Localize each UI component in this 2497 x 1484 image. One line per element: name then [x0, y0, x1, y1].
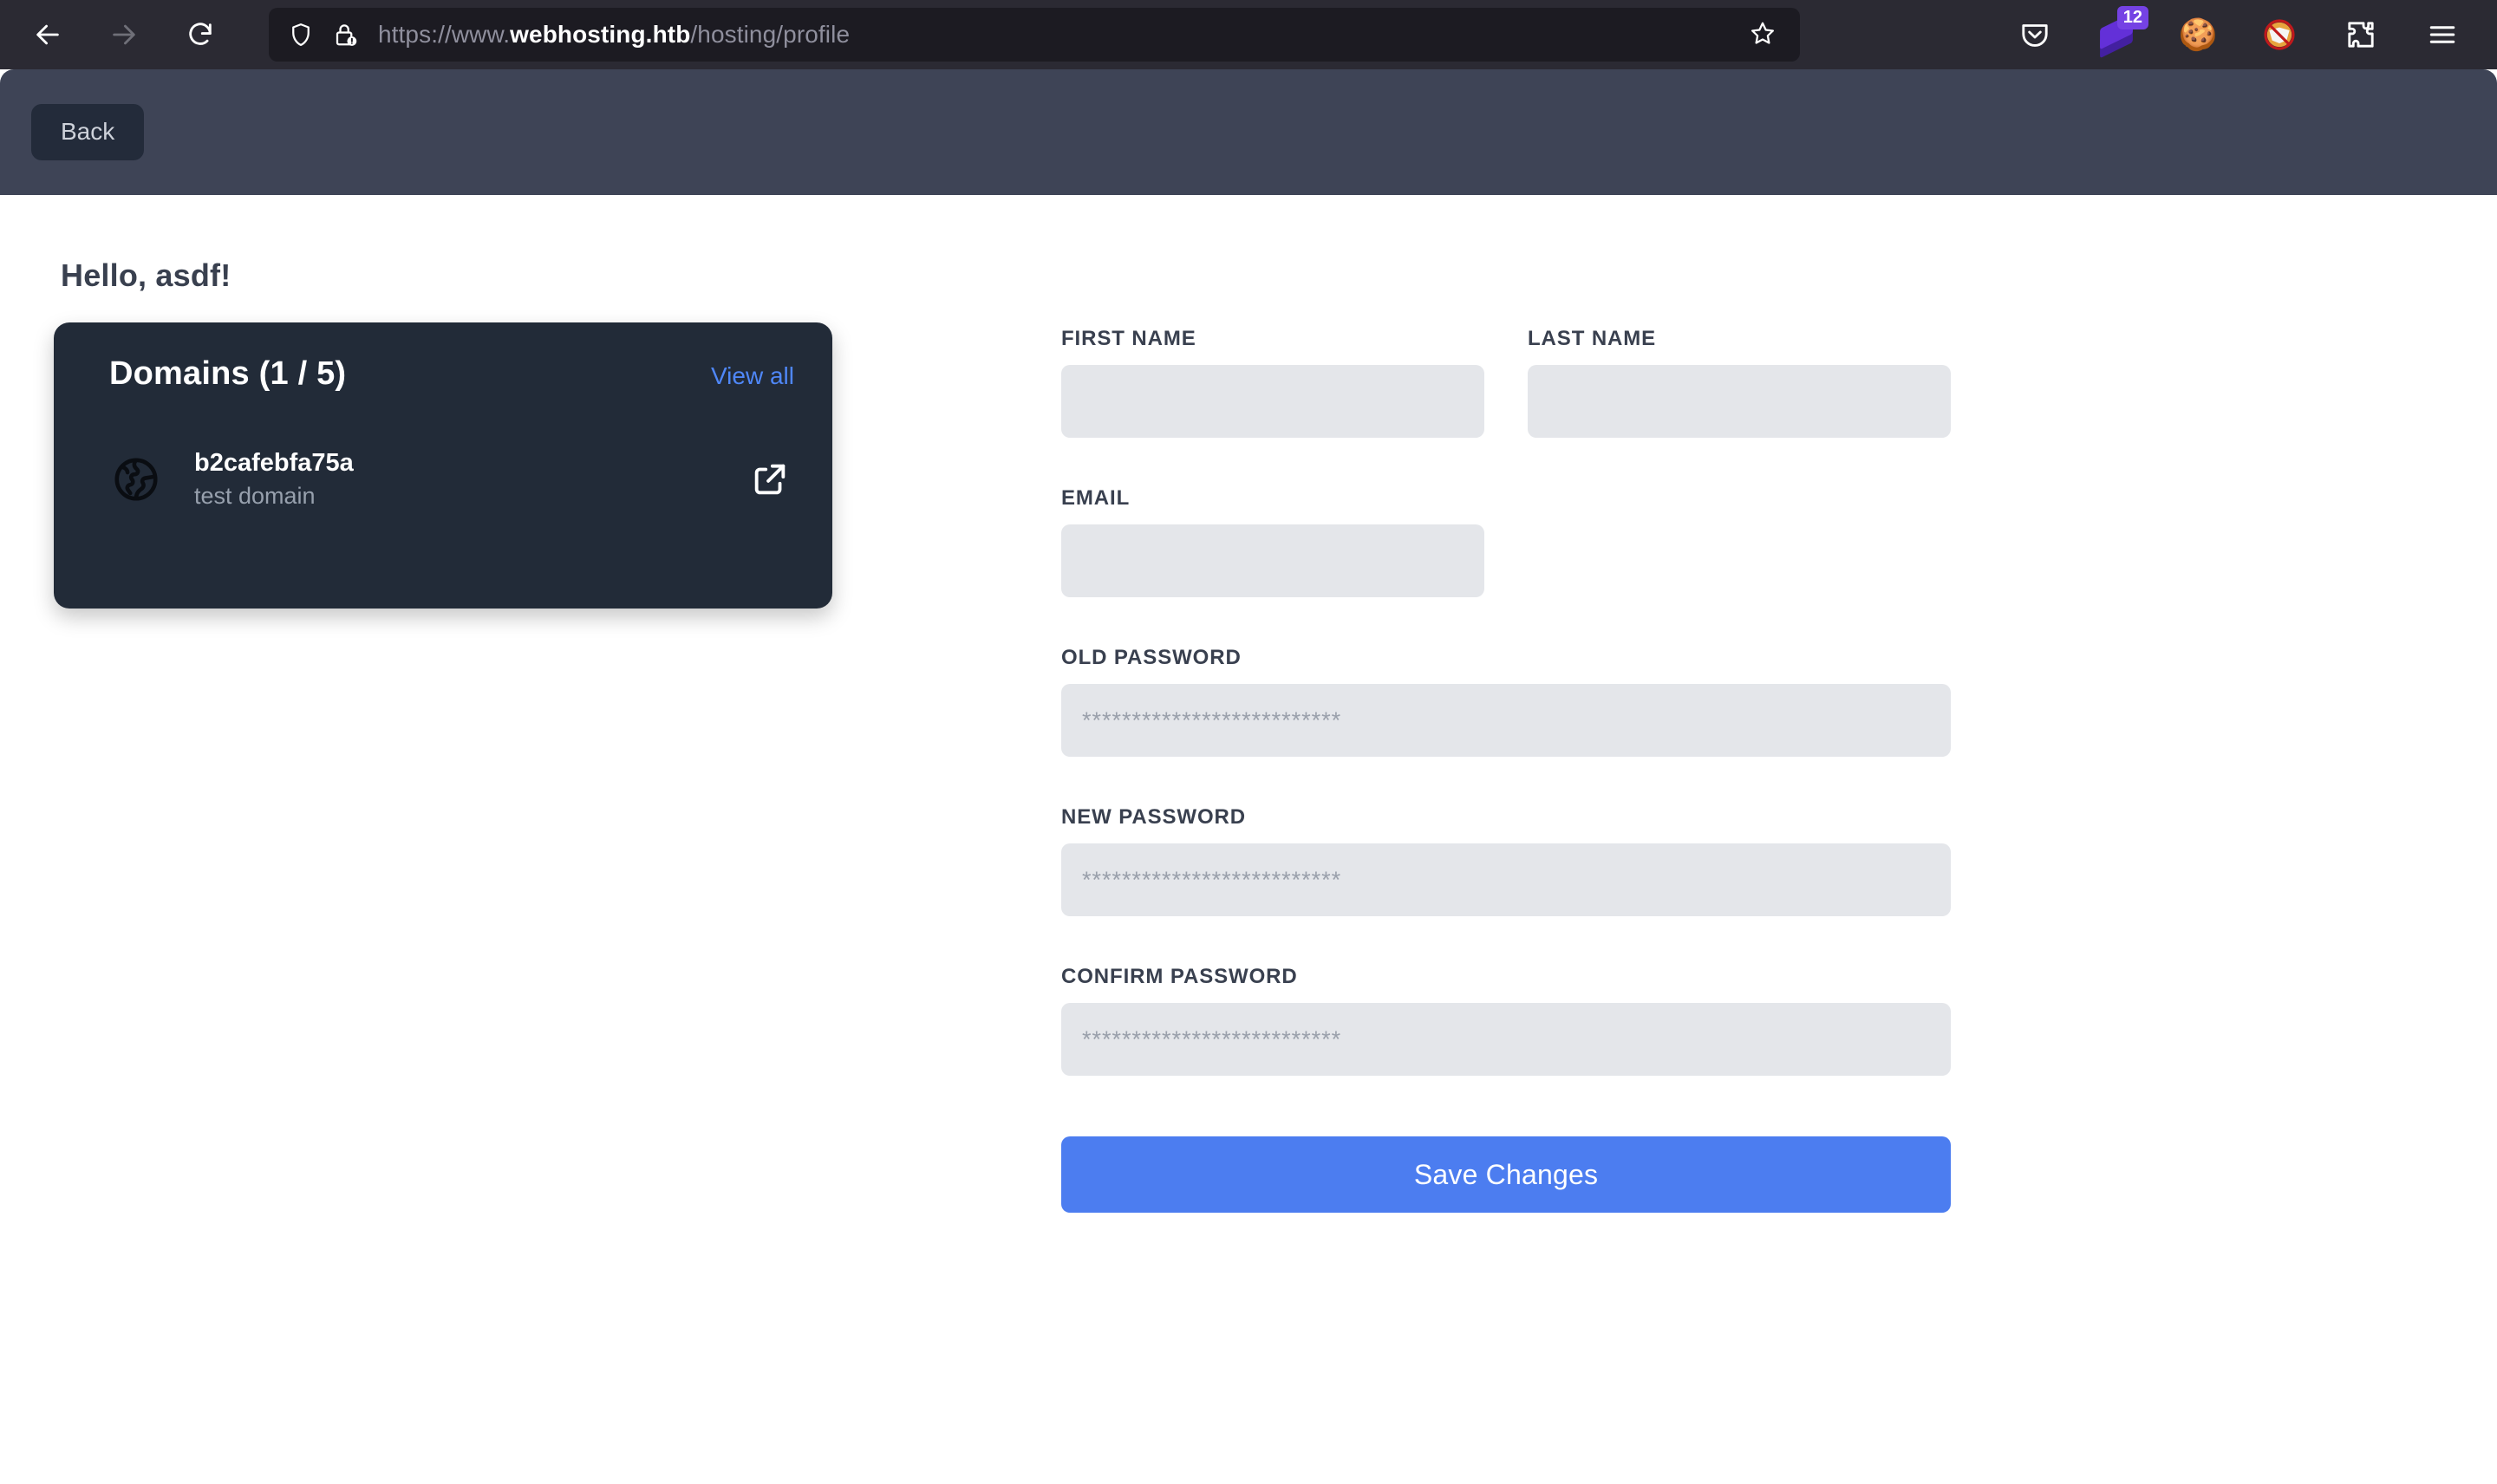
url-text[interactable]: https://www.webhosting.htb/hosting/profi… [378, 21, 1739, 49]
back-button[interactable]: Back [31, 104, 145, 160]
domains-card-header: Domains (1 / 5) View all [109, 355, 794, 393]
bookmark-star-button[interactable] [1739, 11, 1786, 58]
reload-button[interactable] [173, 8, 227, 62]
cookie-extension-icon[interactable]: 🍪 [2173, 10, 2223, 60]
pocket-icon[interactable] [2010, 10, 2060, 60]
url-host: webhosting.htb [510, 21, 691, 48]
save-button[interactable]: Save Changes [1061, 1136, 1951, 1213]
external-link-icon[interactable] [746, 455, 794, 504]
page-viewport: Back Hello, asdf! Domains (1 / 5) View a… [0, 69, 2497, 1484]
name-row: FIRST NAME LAST NAME [1061, 327, 1951, 438]
domains-card: Domains (1 / 5) View all b2cafebfa75a te… [54, 322, 832, 609]
arrow-left-icon [33, 20, 62, 49]
shield-icon[interactable] [288, 22, 314, 48]
domain-name: b2cafebfa75a [194, 449, 354, 477]
browser-nav-buttons [21, 8, 227, 62]
no-fox-extension-icon[interactable] [2254, 10, 2305, 60]
list-item[interactable]: b2cafebfa75a test domain [109, 446, 794, 512]
site-navbar: Back [0, 69, 2497, 195]
address-bar[interactable]: https://www.webhosting.htb/hosting/profi… [269, 8, 1800, 62]
puzzle-extensions-icon[interactable] [2336, 10, 2386, 60]
globe-icon [109, 452, 163, 506]
hamburger-menu-icon[interactable] [2417, 10, 2468, 60]
forward-navigation-button[interactable] [97, 8, 151, 62]
lock-warning-icon[interactable] [333, 22, 359, 48]
domain-text-block: b2cafebfa75a test domain [194, 446, 746, 512]
url-path: /hosting/profile [690, 21, 851, 48]
email-group: EMAIL [1061, 486, 1484, 597]
url-prefix: https://www. [378, 21, 511, 48]
arrow-right-icon [109, 20, 139, 49]
email-label: EMAIL [1061, 486, 1131, 510]
new-password-group: NEW PASSWORD [1061, 805, 1951, 916]
old-password-input[interactable] [1061, 684, 1951, 757]
new-password-label: NEW PASSWORD [1061, 805, 1247, 829]
reload-icon [186, 20, 215, 49]
confirm-password-input[interactable] [1061, 1003, 1951, 1076]
view-all-domains-link[interactable]: View all [711, 362, 794, 390]
last-name-group: LAST NAME [1528, 327, 1951, 438]
email-field[interactable] [1061, 524, 1484, 597]
back-navigation-button[interactable] [21, 8, 75, 62]
page-title: Hello, asdf! [61, 257, 231, 293]
old-password-label: OLD PASSWORD [1061, 646, 1242, 669]
domain-description: test domain [194, 483, 316, 510]
browser-extensions-area: 12 🍪 [2010, 6, 2476, 60]
first-name-group: FIRST NAME [1061, 327, 1484, 438]
layers-extension-icon[interactable]: 12 [2091, 6, 2148, 60]
extension-badge-count: 12 [2116, 6, 2148, 29]
last-name-label: LAST NAME [1528, 327, 1657, 350]
browser-toolbar: https://www.webhosting.htb/hosting/profi… [0, 0, 2497, 69]
last-name-input[interactable] [1528, 365, 1951, 438]
old-password-group: OLD PASSWORD [1061, 646, 1951, 757]
domains-card-title: Domains (1 / 5) [109, 355, 347, 392]
confirm-password-group: CONFIRM PASSWORD [1061, 965, 1951, 1076]
first-name-input[interactable] [1061, 365, 1484, 438]
star-icon [1750, 20, 1776, 50]
confirm-password-label: CONFIRM PASSWORD [1061, 965, 1298, 988]
first-name-label: FIRST NAME [1061, 327, 1196, 350]
profile-form: FIRST NAME LAST NAME EMAIL OLD PASSWORD … [1061, 327, 1951, 1213]
new-password-input[interactable] [1061, 843, 1951, 916]
